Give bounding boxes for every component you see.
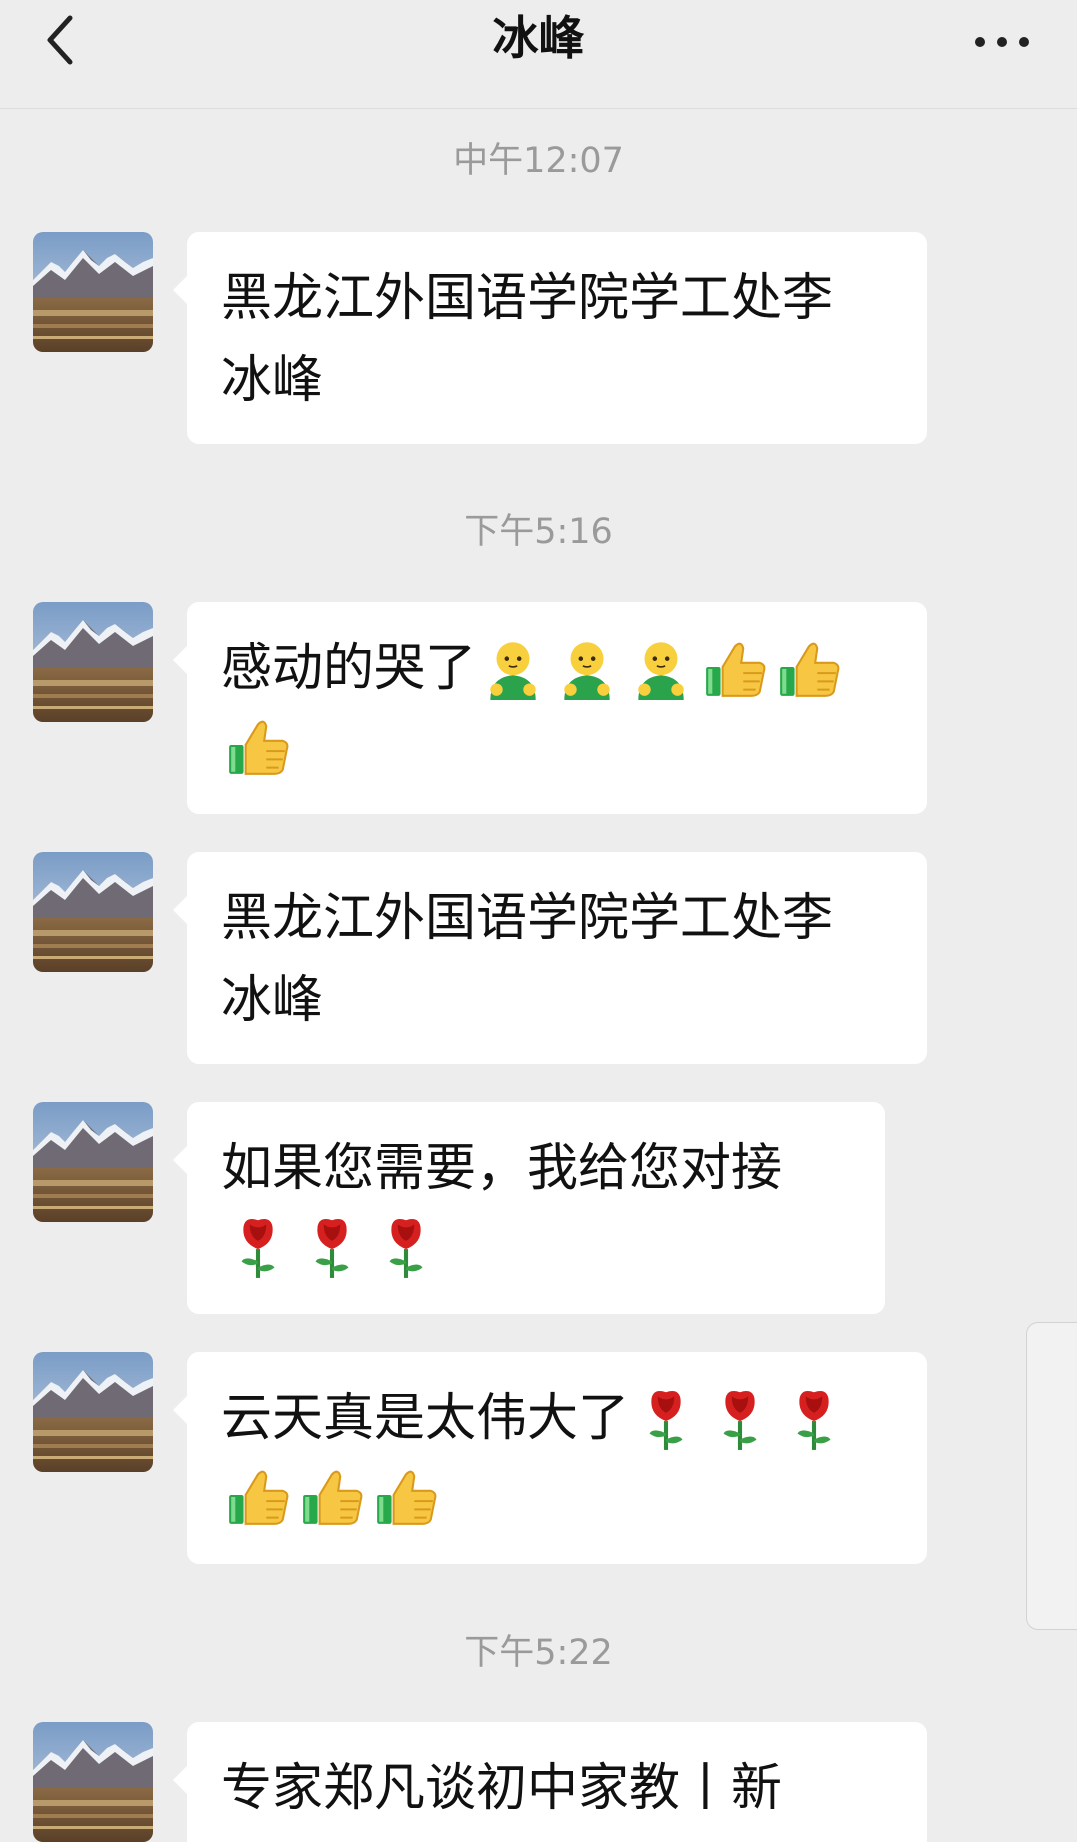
message-text: 云天真是太伟大了: [221, 1389, 630, 1448]
rose-emoji-icon: [777, 1382, 851, 1456]
avatar[interactable]: [33, 1722, 153, 1842]
message-bubble-link[interactable]: 专家郑凡谈初中家教丨新: [173, 1722, 927, 1842]
timestamp: 中午12:07: [453, 141, 624, 181]
shy-face-emoji-icon: [476, 632, 550, 706]
avatar[interactable]: [33, 232, 153, 352]
message-text: 冰峰: [221, 971, 324, 1030]
message-text: 黑龙江外国语学院学工处李: [221, 269, 834, 328]
thumbs-up-emoji-icon: [221, 1460, 295, 1534]
message-bubble[interactable]: 感动的哭了: [173, 602, 927, 814]
message-text: 冰峰: [221, 351, 324, 410]
thumbs-up-emoji-icon: [698, 632, 772, 706]
message-text: 感动的哭了: [221, 639, 477, 698]
timestamp: 下午5:16: [464, 512, 613, 552]
avatar[interactable]: [33, 602, 153, 722]
rose-emoji-icon: [221, 1210, 295, 1284]
thumbs-up-emoji-icon: [772, 632, 846, 706]
avatar[interactable]: [33, 1352, 153, 1472]
more-dots-icon: [975, 37, 1029, 47]
more-options-button[interactable]: [967, 22, 1037, 62]
emoji-group: [629, 1382, 851, 1456]
message-text: 黑龙江外国语学院学工处李: [221, 889, 834, 948]
thumbs-up-emoji-icon: [369, 1460, 443, 1534]
message-bubble[interactable]: 云天真是太伟大了: [173, 1352, 927, 1564]
top-navigation-bar: 冰峰: [0, 0, 1077, 109]
thumbs-up-emoji-icon: [295, 1460, 369, 1534]
thumbs-up-emoji-icon: [221, 710, 295, 784]
emoji-group: [476, 632, 846, 706]
message-bubble[interactable]: 黑龙江外国语学院学工处李 冰峰: [173, 852, 927, 1064]
rose-emoji-icon: [295, 1210, 369, 1284]
timestamp: 下午5:22: [464, 1633, 613, 1673]
message-text: 如果您需要，我给您对接: [221, 1139, 783, 1198]
rose-emoji-icon: [703, 1382, 777, 1456]
chat-title: 冰峰: [492, 11, 585, 65]
shy-face-emoji-icon: [624, 632, 698, 706]
side-panel-handle[interactable]: [1026, 1322, 1077, 1630]
rose-emoji-icon: [369, 1210, 443, 1284]
message-bubble[interactable]: 黑龙江外国语学院学工处李 冰峰: [173, 232, 927, 444]
message-bubble[interactable]: 如果您需要，我给您对接: [173, 1102, 885, 1314]
avatar[interactable]: [33, 852, 153, 972]
avatar[interactable]: [33, 1102, 153, 1222]
shy-face-emoji-icon: [550, 632, 624, 706]
rose-emoji-icon: [629, 1382, 703, 1456]
message-text: 专家郑凡谈初中家教丨新: [221, 1759, 783, 1818]
